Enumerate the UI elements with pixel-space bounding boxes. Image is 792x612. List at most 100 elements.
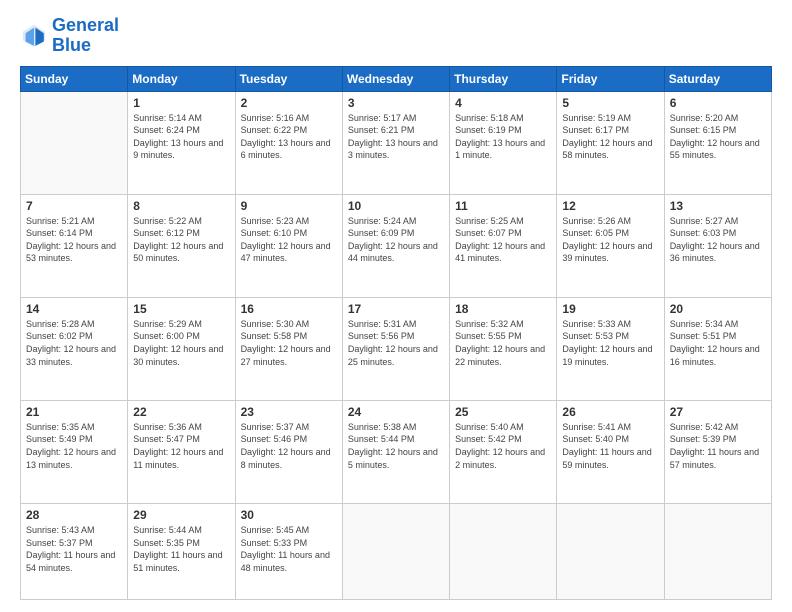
day-cell: 13 Sunrise: 5:27 AMSunset: 6:03 PMDayligh…	[664, 194, 771, 297]
day-cell	[21, 91, 128, 194]
header-row: SundayMondayTuesdayWednesdayThursdayFrid…	[21, 66, 772, 91]
logo-text: General Blue	[52, 16, 119, 56]
day-cell: 18 Sunrise: 5:32 AMSunset: 5:55 PMDayligh…	[450, 297, 557, 400]
day-cell: 23 Sunrise: 5:37 AMSunset: 5:46 PMDayligh…	[235, 400, 342, 503]
day-number: 29	[133, 508, 229, 522]
day-number: 2	[241, 96, 337, 110]
day-cell: 8Sunrise: 5:22 AMSunset: 6:12 PMDaylight…	[128, 194, 235, 297]
logo-icon	[20, 22, 48, 50]
day-cell	[342, 503, 449, 599]
day-number: 13	[670, 199, 766, 213]
day-cell: 2 Sunrise: 5:16 AMSunset: 6:22 PMDaylight…	[235, 91, 342, 194]
day-info: Sunrise: 5:31 AMSunset: 5:56 PMDaylight:…	[348, 318, 444, 368]
day-info: Sunrise: 5:43 AMSunset: 5:37 PMDaylight:…	[26, 524, 122, 574]
day-cell	[664, 503, 771, 599]
day-number: 12	[562, 199, 658, 213]
day-cell: 19Sunrise: 5:33 AMSunset: 5:53 PMDayligh…	[557, 297, 664, 400]
week-row-2: 7Sunrise: 5:21 AMSunset: 6:14 PMDaylight…	[21, 194, 772, 297]
week-row-3: 14 Sunrise: 5:28 AMSunset: 6:02 PMDayligh…	[21, 297, 772, 400]
day-info: Sunrise: 5:35 AMSunset: 5:49 PMDaylight:…	[26, 421, 122, 471]
day-number: 21	[26, 405, 122, 419]
week-row-1: 1Sunrise: 5:14 AMSunset: 6:24 PMDaylight…	[21, 91, 772, 194]
day-info: Sunrise: 5:30 AMSunset: 5:58 PMDaylight:…	[241, 318, 337, 368]
day-number: 8	[133, 199, 229, 213]
day-cell	[557, 503, 664, 599]
day-number: 19	[562, 302, 658, 316]
day-cell: 22 Sunrise: 5:36 AMSunset: 5:47 PMDayligh…	[128, 400, 235, 503]
day-info: Sunrise: 5:26 AMSunset: 6:05 PMDaylight:…	[562, 215, 658, 265]
day-info: Sunrise: 5:18 AMSunset: 6:19 PMDaylight:…	[455, 112, 551, 162]
day-cell: 15 Sunrise: 5:29 AMSunset: 6:00 PMDayligh…	[128, 297, 235, 400]
day-info: Sunrise: 5:40 AMSunset: 5:42 PMDaylight:…	[455, 421, 551, 471]
day-cell: 27 Sunrise: 5:42 AMSunset: 5:39 PMDayligh…	[664, 400, 771, 503]
day-info: Sunrise: 5:21 AMSunset: 6:14 PMDaylight:…	[26, 215, 122, 265]
day-number: 25	[455, 405, 551, 419]
day-info: Sunrise: 5:16 AMSunset: 6:22 PMDaylight:…	[241, 112, 337, 162]
day-number: 28	[26, 508, 122, 522]
day-cell: 26Sunrise: 5:41 AMSunset: 5:40 PMDayligh…	[557, 400, 664, 503]
week-row-5: 28 Sunrise: 5:43 AMSunset: 5:37 PMDayligh…	[21, 503, 772, 599]
day-number: 3	[348, 96, 444, 110]
day-header-sunday: Sunday	[21, 66, 128, 91]
day-cell: 12 Sunrise: 5:26 AMSunset: 6:05 PMDayligh…	[557, 194, 664, 297]
day-number: 14	[26, 302, 122, 316]
calendar: SundayMondayTuesdayWednesdayThursdayFrid…	[20, 66, 772, 600]
day-cell: 28 Sunrise: 5:43 AMSunset: 5:37 PMDayligh…	[21, 503, 128, 599]
day-cell: 30 Sunrise: 5:45 AMSunset: 5:33 PMDayligh…	[235, 503, 342, 599]
day-header-thursday: Thursday	[450, 66, 557, 91]
day-cell: 3 Sunrise: 5:17 AMSunset: 6:21 PMDaylight…	[342, 91, 449, 194]
day-cell: 1Sunrise: 5:14 AMSunset: 6:24 PMDaylight…	[128, 91, 235, 194]
day-header-monday: Monday	[128, 66, 235, 91]
day-info: Sunrise: 5:29 AMSunset: 6:00 PMDaylight:…	[133, 318, 229, 368]
day-info: Sunrise: 5:37 AMSunset: 5:46 PMDaylight:…	[241, 421, 337, 471]
day-number: 9	[241, 199, 337, 213]
day-cell: 29Sunrise: 5:44 AMSunset: 5:35 PMDayligh…	[128, 503, 235, 599]
day-info: Sunrise: 5:17 AMSunset: 6:21 PMDaylight:…	[348, 112, 444, 162]
day-info: Sunrise: 5:45 AMSunset: 5:33 PMDaylight:…	[241, 524, 337, 574]
day-cell: 4 Sunrise: 5:18 AMSunset: 6:19 PMDaylight…	[450, 91, 557, 194]
day-cell: 5 Sunrise: 5:19 AMSunset: 6:17 PMDaylight…	[557, 91, 664, 194]
page: General Blue SundayMondayTuesdayWednesda…	[0, 0, 792, 612]
day-number: 23	[241, 405, 337, 419]
day-cell: 6Sunrise: 5:20 AMSunset: 6:15 PMDaylight…	[664, 91, 771, 194]
day-number: 17	[348, 302, 444, 316]
day-info: Sunrise: 5:36 AMSunset: 5:47 PMDaylight:…	[133, 421, 229, 471]
day-info: Sunrise: 5:14 AMSunset: 6:24 PMDaylight:…	[133, 112, 229, 162]
logo: General Blue	[20, 16, 119, 56]
day-number: 5	[562, 96, 658, 110]
day-number: 15	[133, 302, 229, 316]
day-info: Sunrise: 5:27 AMSunset: 6:03 PMDaylight:…	[670, 215, 766, 265]
day-cell: 16 Sunrise: 5:30 AMSunset: 5:58 PMDayligh…	[235, 297, 342, 400]
day-number: 16	[241, 302, 337, 316]
week-row-4: 21 Sunrise: 5:35 AMSunset: 5:49 PMDayligh…	[21, 400, 772, 503]
day-cell: 17 Sunrise: 5:31 AMSunset: 5:56 PMDayligh…	[342, 297, 449, 400]
header: General Blue	[20, 16, 772, 56]
day-number: 30	[241, 508, 337, 522]
day-header-friday: Friday	[557, 66, 664, 91]
day-cell: 25 Sunrise: 5:40 AMSunset: 5:42 PMDayligh…	[450, 400, 557, 503]
day-number: 18	[455, 302, 551, 316]
day-cell: 14 Sunrise: 5:28 AMSunset: 6:02 PMDayligh…	[21, 297, 128, 400]
day-cell: 9 Sunrise: 5:23 AMSunset: 6:10 PMDaylight…	[235, 194, 342, 297]
day-cell	[450, 503, 557, 599]
day-number: 27	[670, 405, 766, 419]
day-cell: 24Sunrise: 5:38 AMSunset: 5:44 PMDayligh…	[342, 400, 449, 503]
day-info: Sunrise: 5:32 AMSunset: 5:55 PMDaylight:…	[455, 318, 551, 368]
day-cell: 10 Sunrise: 5:24 AMSunset: 6:09 PMDayligh…	[342, 194, 449, 297]
day-cell: 7Sunrise: 5:21 AMSunset: 6:14 PMDaylight…	[21, 194, 128, 297]
day-info: Sunrise: 5:24 AMSunset: 6:09 PMDaylight:…	[348, 215, 444, 265]
day-info: Sunrise: 5:28 AMSunset: 6:02 PMDaylight:…	[26, 318, 122, 368]
day-number: 4	[455, 96, 551, 110]
day-number: 10	[348, 199, 444, 213]
day-number: 20	[670, 302, 766, 316]
day-header-tuesday: Tuesday	[235, 66, 342, 91]
day-number: 11	[455, 199, 551, 213]
day-number: 24	[348, 405, 444, 419]
day-info: Sunrise: 5:19 AMSunset: 6:17 PMDaylight:…	[562, 112, 658, 162]
day-info: Sunrise: 5:42 AMSunset: 5:39 PMDaylight:…	[670, 421, 766, 471]
day-cell: 11Sunrise: 5:25 AMSunset: 6:07 PMDayligh…	[450, 194, 557, 297]
day-info: Sunrise: 5:23 AMSunset: 6:10 PMDaylight:…	[241, 215, 337, 265]
day-number: 22	[133, 405, 229, 419]
day-header-saturday: Saturday	[664, 66, 771, 91]
day-info: Sunrise: 5:41 AMSunset: 5:40 PMDaylight:…	[562, 421, 658, 471]
